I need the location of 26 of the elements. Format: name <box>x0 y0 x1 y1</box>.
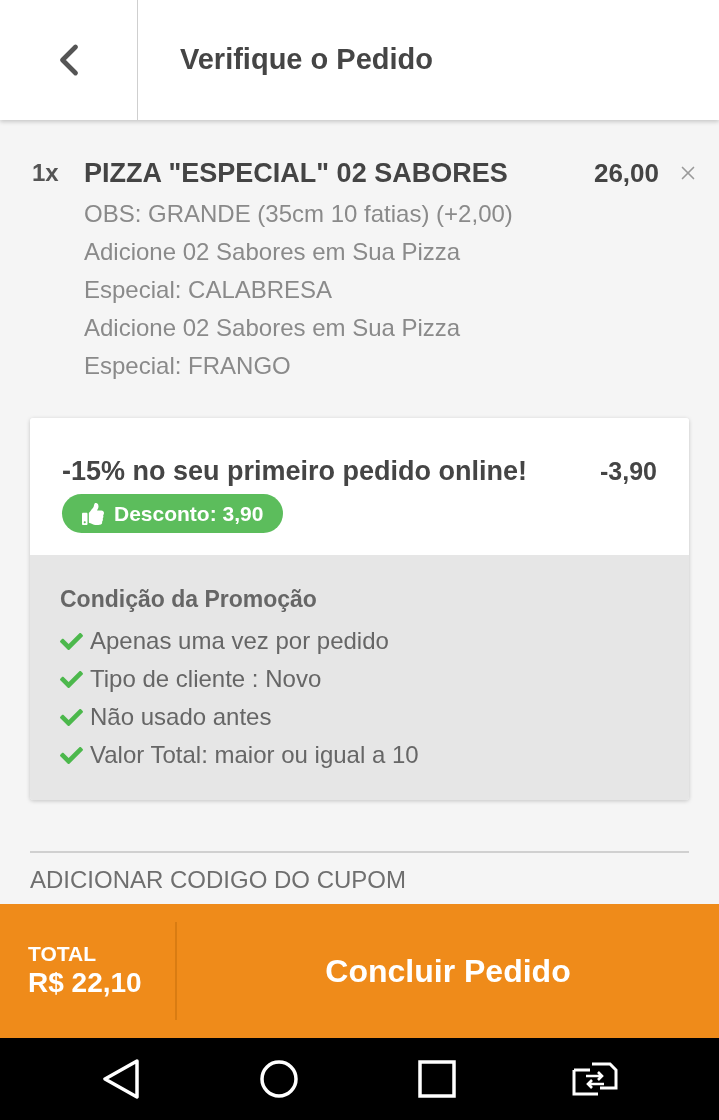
recent-apps-icon[interactable] <box>418 1060 456 1098</box>
item-name: PIZZA "ESPECIAL" 02 SABORES <box>84 157 509 190</box>
item-price: 26,00 <box>593 157 659 190</box>
promotion-title: -15% no seu primeiro pedido online! <box>62 455 528 488</box>
condition-text: Apenas uma vez por pedido <box>90 626 389 656</box>
home-circle-icon[interactable] <box>260 1060 298 1098</box>
page-title: Verifique o Pedido <box>180 42 433 78</box>
thumbs-up-icon <box>82 502 104 525</box>
condition-text: Tipo de cliente : Novo <box>90 664 322 694</box>
item-detail: Especial: CALABRESA <box>84 275 334 305</box>
condition-text: Valor Total: maior ou igual a 10 <box>90 740 419 770</box>
item-detail: Adicione 02 Sabores em Sua Pizza <box>84 237 462 267</box>
promotion-amount: -3,90 <box>600 456 657 487</box>
item-detail: Especial: FRANGO <box>84 351 292 381</box>
condition-text: Não usado antes <box>90 702 272 732</box>
add-coupon-link[interactable]: ADICIONAR CODIGO DO CUPOM <box>30 865 407 895</box>
back-icon[interactable] <box>102 1059 140 1099</box>
item-detail: OBS: GRANDE (35cm 10 fatias) (+2,00) <box>84 199 514 229</box>
discount-text: Desconto: 3,90 <box>114 500 264 527</box>
total-value: R$ 22,10 <box>28 966 143 1000</box>
item-quantity: 1x <box>32 158 60 188</box>
switch-screens-icon[interactable] <box>572 1062 618 1096</box>
conclude-order-button[interactable]: Concluir Pedido <box>177 904 719 1038</box>
conditions-title: Condição da Promoção <box>60 585 318 614</box>
item-detail: Adicione 02 Sabores em Sua Pizza <box>84 313 462 343</box>
total-label: TOTAL <box>28 942 98 966</box>
